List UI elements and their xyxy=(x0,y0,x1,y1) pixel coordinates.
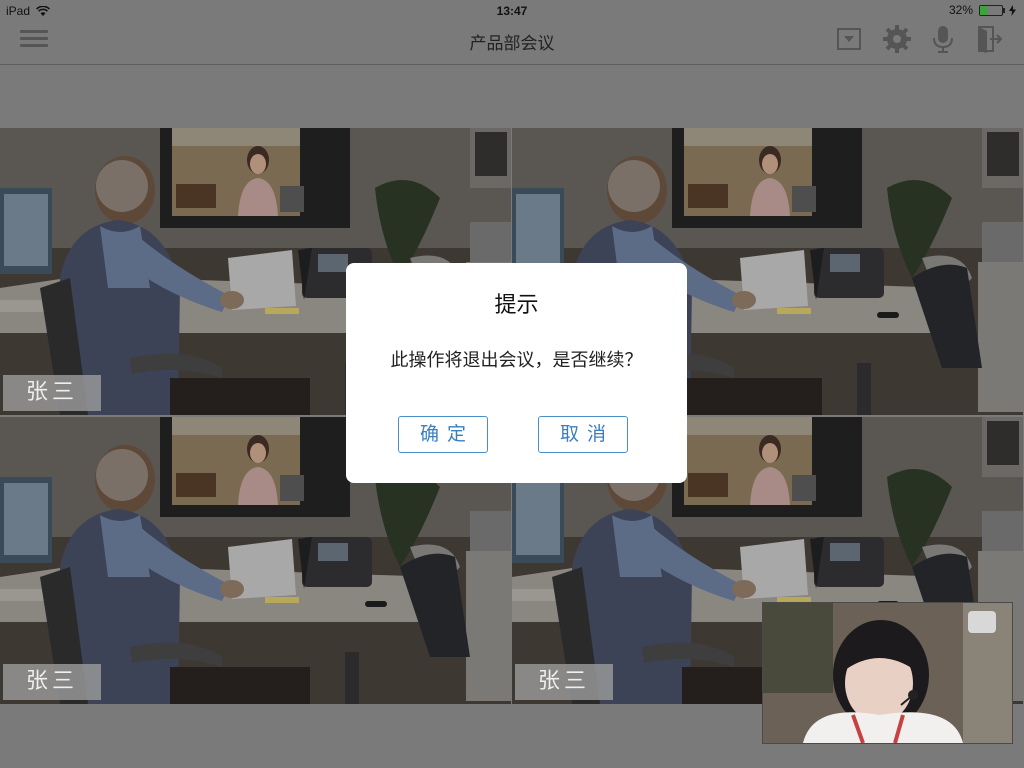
gear-icon[interactable] xyxy=(882,24,912,54)
participant-name-label: 张三 xyxy=(3,664,101,700)
nav-bar: 产品部会议 xyxy=(0,22,1024,65)
dropdown-icon[interactable] xyxy=(834,24,864,54)
cancel-button[interactable]: 取消 xyxy=(538,416,628,453)
participant-name-label: 张三 xyxy=(3,375,101,411)
status-bar: iPad 13:47 32% xyxy=(0,0,1024,22)
self-video-image xyxy=(763,603,1012,743)
charging-icon xyxy=(1009,4,1016,16)
self-video-preview[interactable] xyxy=(762,602,1013,744)
battery-icon xyxy=(979,4,1005,16)
battery-percent: 32% xyxy=(948,3,973,17)
confirm-button[interactable]: 确定 xyxy=(398,416,488,453)
clock: 13:47 xyxy=(496,4,528,18)
page-title: 产品部会议 xyxy=(469,34,555,54)
exit-icon[interactable] xyxy=(974,24,1004,54)
dialog-title: 提示 xyxy=(494,293,539,318)
participant-name-label: 张三 xyxy=(515,664,613,700)
exit-confirm-dialog: 提示 此操作将退出会议，是否继续？ 确定 取消 xyxy=(346,263,687,483)
dialog-message: 此操作将退出会议，是否继续？ xyxy=(390,350,643,371)
microphone-icon[interactable] xyxy=(928,24,958,54)
